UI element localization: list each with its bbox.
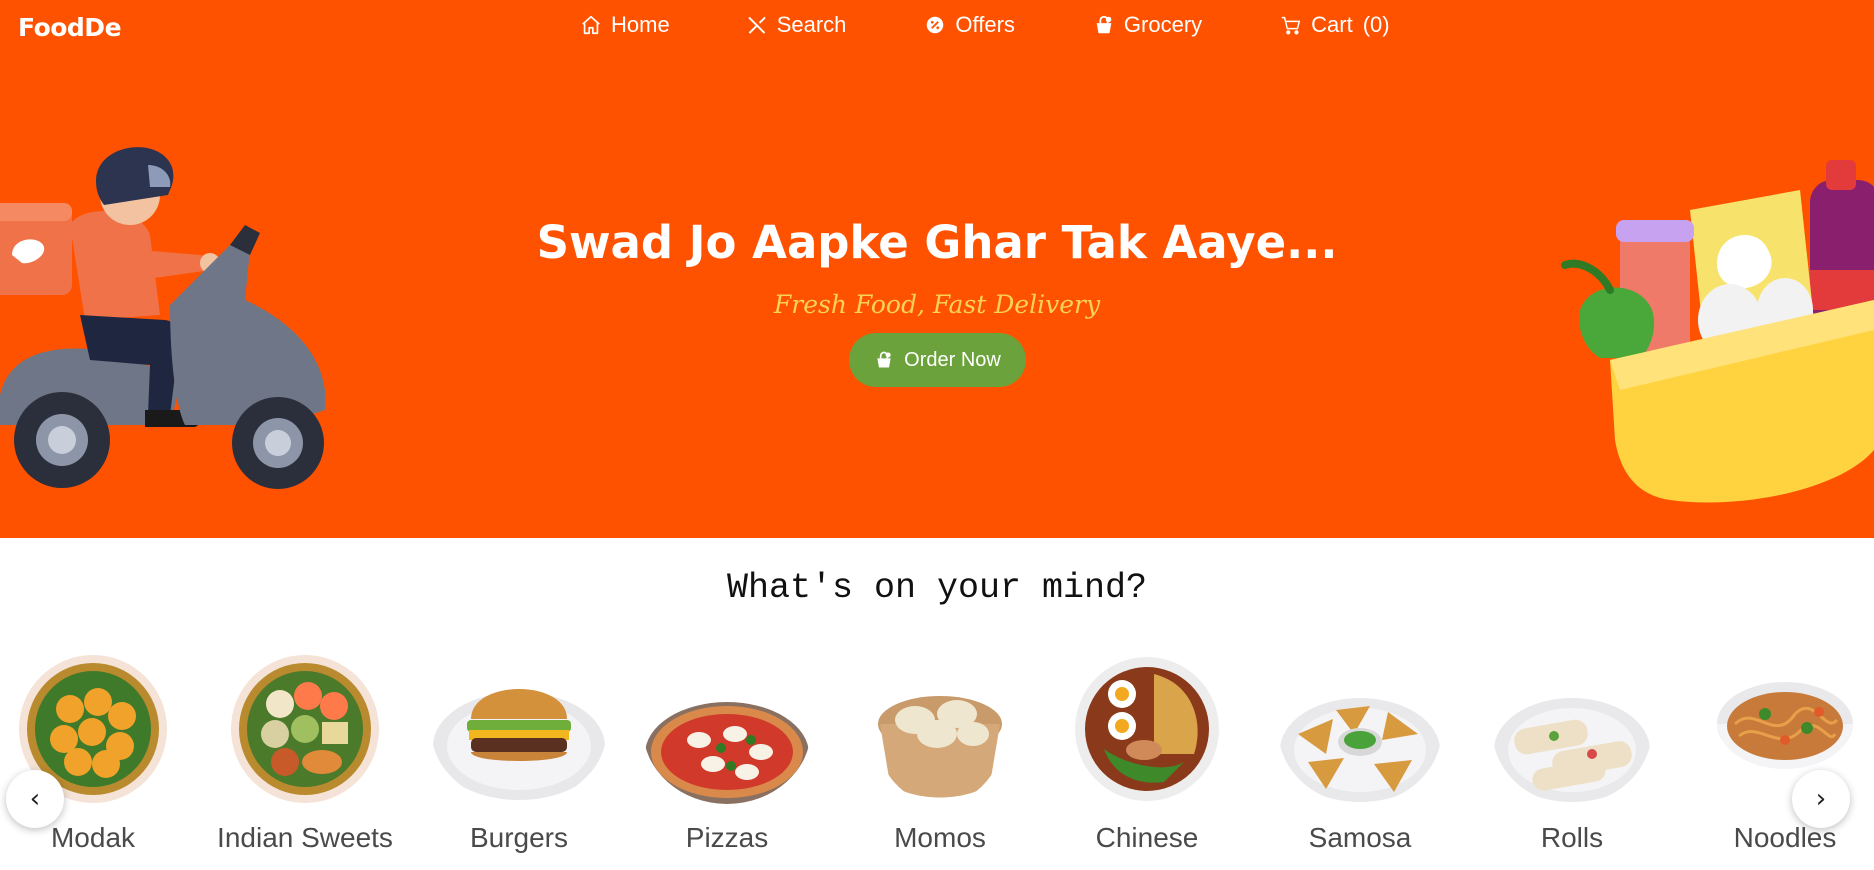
category-item[interactable]: Chinese	[1047, 650, 1247, 870]
category-label: Indian Sweets	[217, 822, 393, 853]
momos-image	[878, 696, 1002, 798]
cart-icon	[1282, 16, 1301, 35]
discount-badge-icon	[927, 16, 944, 34]
category-item[interactable]: Noodles	[1685, 650, 1874, 870]
category-item[interactable]: Samosa	[1260, 650, 1460, 870]
brand-logo[interactable]: FoodDe	[18, 13, 122, 42]
category-item[interactable]: Burgers	[419, 650, 619, 870]
carousel-next-button[interactable]: ›	[1792, 770, 1850, 828]
hero-subtitle: Fresh Food, Fast Delivery	[773, 290, 1101, 319]
nav-offers-label: Offers	[955, 12, 1015, 37]
category-label: Pizzas	[685, 822, 769, 853]
category-label: Momos	[894, 822, 986, 853]
shopping-bag-icon	[1096, 15, 1112, 34]
top-nav: Home Search Offers Grocery Cart (0)	[580, 12, 1390, 38]
chinese-image	[1075, 657, 1219, 801]
category-label: Rolls	[1540, 822, 1604, 853]
home-icon	[582, 15, 600, 35]
bag-icon	[877, 351, 891, 368]
hero-title: Swad Jo Aapke Ghar Tak Aaye...	[536, 216, 1338, 269]
nav-grocery[interactable]: Grocery	[1093, 12, 1202, 38]
grocery-basket-illustration	[1561, 160, 1874, 503]
category-item[interactable]: Modak	[0, 650, 193, 870]
category-label: Samosa	[1308, 822, 1412, 853]
utensils-icon	[747, 16, 766, 34]
nav-grocery-label: Grocery	[1123, 12, 1203, 37]
category-carousel: Modak Indian Sweets Burgers Pizzas Momos…	[0, 650, 1874, 870]
category-item[interactable]: Pizzas	[627, 650, 827, 870]
nav-search-label: Search	[776, 12, 847, 37]
nav-cart-label: Cart	[1311, 12, 1353, 37]
category-item[interactable]: Momos	[840, 650, 1040, 870]
nav-home[interactable]: Home	[580, 12, 670, 38]
nav-home-label: Home	[611, 12, 670, 37]
rolls-image	[1494, 698, 1650, 802]
hero-banner: FoodDe Home Search Offers Grocery Cart (…	[0, 0, 1874, 538]
category-label: Chinese	[1095, 822, 1199, 853]
nav-offers[interactable]: Offers	[924, 12, 1015, 38]
section-title: What's on your mind?	[726, 568, 1148, 608]
nav-cart[interactable]: Cart (0)	[1280, 12, 1390, 38]
category-label: Burgers	[469, 822, 569, 853]
category-label: Noodles	[1733, 822, 1837, 853]
carousel-prev-button[interactable]: ‹	[6, 770, 64, 828]
samosa-image	[1280, 698, 1440, 802]
cart-count: (0)	[1362, 12, 1390, 37]
burger-image	[433, 689, 605, 800]
pizza-image	[645, 702, 809, 804]
indian-sweets-image	[231, 655, 379, 803]
category-item[interactable]: Rolls	[1472, 650, 1672, 870]
category-item[interactable]: Indian Sweets	[205, 650, 405, 870]
nav-search[interactable]: Search	[746, 12, 847, 38]
order-now-label: Order Now	[904, 348, 1001, 371]
order-now-button[interactable]: Order Now	[849, 333, 1026, 387]
